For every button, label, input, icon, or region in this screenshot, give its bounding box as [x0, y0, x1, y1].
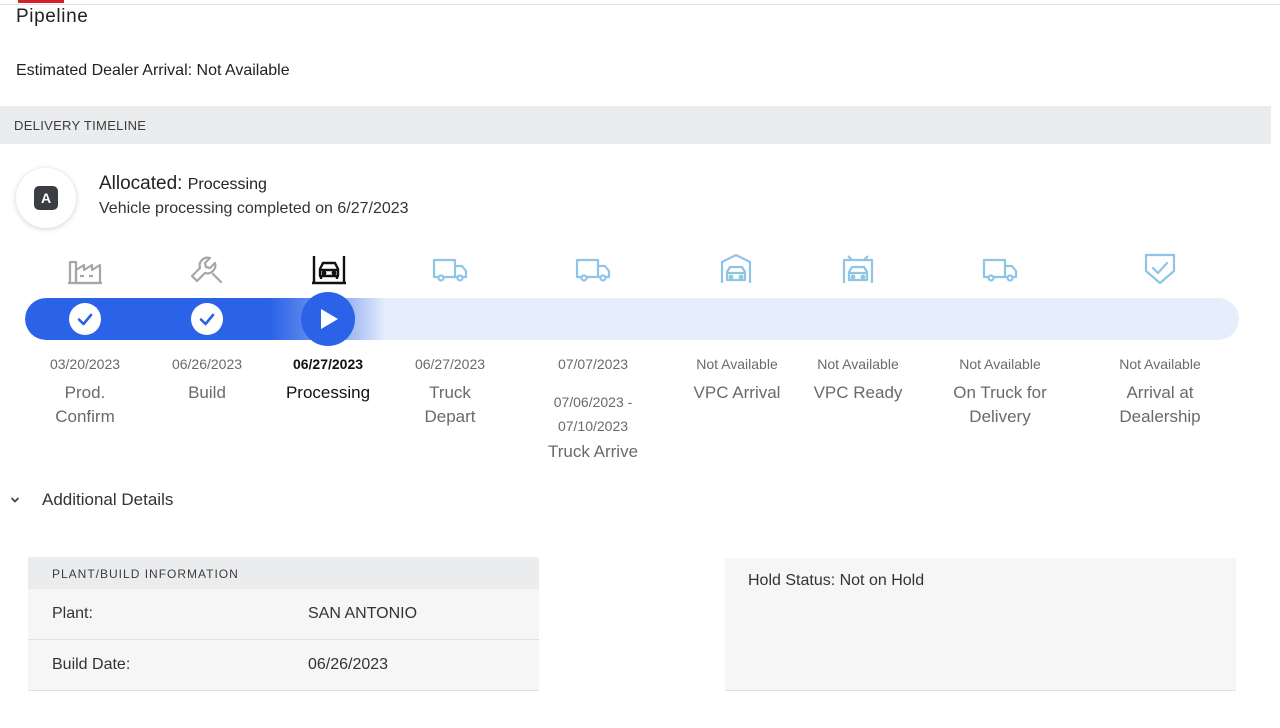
step-label-line: Build [188, 383, 226, 402]
step-complete-check-icon [191, 303, 223, 335]
step-complete-check-icon [69, 303, 101, 335]
plant-build-card-header: PLANT/BUILD INFORMATION [28, 557, 539, 589]
step-date: Not Available [696, 356, 778, 372]
car-ready-icon [838, 250, 878, 288]
hold-status-card: Hold Status: Not on Hold [725, 558, 1236, 691]
step-label-line: Prod. [64, 383, 106, 402]
step-label-line: Dealership [1119, 407, 1201, 426]
vehicle-lift-icon [309, 250, 349, 288]
top-divider [0, 4, 1280, 5]
step-date: 06/27/2023 [292, 356, 364, 372]
plant-build-card-title: PLANT/BUILD INFORMATION [52, 567, 239, 581]
step-date: 06/26/2023 [171, 356, 243, 372]
build-date-row: Build Date: 06/26/2023 [28, 641, 539, 691]
step-label: Processing [286, 381, 370, 405]
plant-key: Plant: [52, 605, 93, 622]
step-date: 06/27/2023 [414, 356, 486, 372]
truck-icon [573, 250, 613, 288]
step-range-line: 07/06/2023 - [553, 394, 633, 410]
plant-value: SAN ANTONIO [308, 605, 418, 622]
truck-icon [430, 250, 470, 288]
step-date: Not Available [959, 356, 1041, 372]
plant-build-card: PLANT/BUILD INFORMATION Plant: SAN ANTON… [28, 557, 539, 691]
status-detail: Vehicle processing completed on 6/27/202… [99, 200, 409, 217]
build-date-value: 06/26/2023 [308, 656, 389, 673]
step-label: Build [188, 381, 226, 405]
step-label-line: Truck [429, 383, 471, 402]
additional-details-toggle[interactable]: Additional Details [8, 489, 173, 511]
status-badge: A [16, 168, 76, 228]
step-date-range: 07/06/2023 - 07/10/2023 [554, 390, 633, 438]
step-label-line: On Truck for [953, 383, 1047, 402]
step-label: On Truck for Delivery [953, 381, 1047, 429]
factory-icon [65, 250, 105, 288]
build-date-key: Build Date: [52, 656, 131, 673]
step-date: 03/20/2023 [49, 356, 121, 372]
wrench-icon [187, 250, 227, 288]
step-label: VPC Ready [814, 381, 903, 405]
step-date: 07/07/2023 [557, 356, 629, 372]
step-date: Not Available [1119, 356, 1201, 372]
step-label-line: Delivery [969, 407, 1031, 426]
step-label: Prod. Confirm [55, 381, 115, 429]
additional-details-label: Additional Details [42, 490, 174, 509]
hold-status-text: Hold Status: Not on Hold [748, 572, 925, 589]
step-label: Truck Arrive [548, 440, 638, 464]
step-label: Arrival at Dealership [1119, 381, 1200, 429]
step-label-line: Truck Arrive [547, 442, 639, 461]
step-range-line: 07/10/2023 [557, 418, 629, 434]
page-title: Pipeline [16, 6, 89, 27]
car-garage-icon [716, 250, 756, 288]
delivery-timeline-header: DELIVERY TIMELINE [0, 106, 1271, 144]
status-line: Allocated: Processing [99, 173, 267, 195]
estimated-dealer-arrival: Estimated Dealer Arrival: Not Available [16, 62, 290, 79]
status-badge-letter: A [34, 186, 58, 210]
brand-accent-bar [18, 0, 64, 3]
current-step-play-icon [301, 292, 355, 346]
step-label-line: VPC Ready [813, 383, 903, 402]
step-label: VPC Arrival [694, 381, 781, 405]
delivery-timeline-title: DELIVERY TIMELINE [14, 118, 147, 133]
truck-icon [980, 250, 1020, 288]
step-label-line: Confirm [55, 407, 115, 426]
step-date: Not Available [817, 356, 899, 372]
step-label-line: Depart [424, 407, 476, 426]
step-label-line: Processing [285, 383, 371, 402]
chevron-down-icon [11, 497, 19, 503]
step-label: Truck Depart [424, 381, 475, 429]
shield-check-icon [1140, 250, 1180, 288]
step-label-line: VPC Arrival [693, 383, 781, 402]
plant-row: Plant: SAN ANTONIO [28, 590, 539, 640]
status-label: Allocated: [99, 173, 183, 194]
step-label-line: Arrival at [1126, 383, 1194, 402]
status-value: Processing [187, 176, 267, 193]
